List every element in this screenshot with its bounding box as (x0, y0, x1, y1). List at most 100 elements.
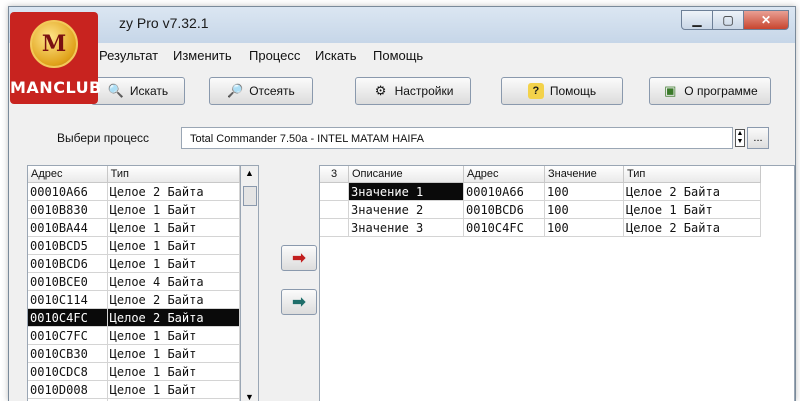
type-cell: Целое 2 Байта (107, 183, 239, 201)
menu-help[interactable]: Помощь (373, 48, 423, 63)
description-cell: Значение 2 (349, 201, 464, 219)
title-bar[interactable]: zy Pro v7.32.1 ▁ ▢ ✕ (9, 7, 795, 43)
process-label: Выбери процесс (57, 131, 149, 145)
remove-from-list-button[interactable]: ➡ (281, 289, 317, 315)
app-window: zy Pro v7.32.1 ▁ ▢ ✕ Результат Изменить … (8, 6, 796, 401)
address-cell: 00010A66 (28, 183, 107, 201)
window-title: zy Pro v7.32.1 (119, 15, 209, 31)
table-row[interactable]: 0010CB30Целое 1 Байт (28, 345, 240, 363)
settings-icon: ⚙ (373, 83, 389, 99)
process-select[interactable]: Total Commander 7.50a - INTEL MATAM HAIF… (181, 127, 733, 149)
address-cell: 0010CB30 (28, 345, 107, 363)
type-cell: Целое 1 Байт (107, 327, 239, 345)
column-header-address[interactable]: Адрес (464, 166, 545, 183)
column-header-description[interactable]: Описание (349, 166, 464, 183)
type-cell: Целое 1 Байт (107, 363, 239, 381)
type-cell: Целое 1 Байт (107, 201, 239, 219)
table-row[interactable]: 0010BCD6Целое 1 Байт (28, 255, 240, 273)
type-cell: Целое 1 Байт (107, 237, 239, 255)
manclub-logo: M MANCLUB (10, 12, 98, 104)
address-cell: 0010C7FC (28, 327, 107, 345)
type-cell: Целое 2 Байта (624, 219, 761, 237)
menu-edit[interactable]: Изменить (173, 48, 232, 63)
scroll-up-icon[interactable]: ▲ (245, 168, 254, 178)
address-cell: 0010BCD6 (464, 201, 545, 219)
about-button-label: О программе (684, 84, 757, 98)
column-header-type[interactable]: Тип (624, 166, 761, 183)
settings-button[interactable]: ⚙ Настройки (355, 77, 471, 105)
column-header-value[interactable]: Значение (545, 166, 624, 183)
address-list-scrollbar[interactable]: ▲ ▼ (241, 165, 259, 401)
address-table: Адрес Тип 00010A66Целое 2 Байта0010B830Ц… (28, 166, 240, 401)
description-cell: Значение 3 (349, 219, 464, 237)
type-cell: Целое 1 Байт (107, 345, 239, 363)
table-row[interactable]: Значение 20010BCD6100Целое 1 Байт (320, 201, 761, 219)
table-row[interactable]: Значение 30010C4FC100Целое 2 Байта (320, 219, 761, 237)
close-button[interactable]: ✕ (743, 10, 789, 30)
spin-down-icon: ▼ (737, 138, 744, 145)
address-cell: 0010B830 (28, 201, 107, 219)
settings-button-label: Настройки (395, 84, 454, 98)
process-spinner[interactable]: ▲ ▼ (735, 129, 745, 147)
type-cell: Целое 1 Байт (624, 201, 761, 219)
value-cell: 100 (545, 183, 624, 201)
address-list-panel: Адрес Тип 00010A66Целое 2 Байта0010B830Ц… (27, 165, 241, 401)
address-cell: 0010C4FC (464, 219, 545, 237)
table-row[interactable]: 0010BA44Целое 1 Байт (28, 219, 240, 237)
address-cell: 0010BCE0 (28, 273, 107, 291)
address-cell: 0010C114 (28, 291, 107, 309)
address-cell: 00010A66 (464, 183, 545, 201)
filter-button[interactable]: 🔎 Отсеять (209, 77, 313, 105)
logo-coin-icon: M (30, 20, 78, 68)
table-row[interactable]: 0010BCD5Целое 1 Байт (28, 237, 240, 255)
menu-process[interactable]: Процесс (249, 48, 300, 63)
address-cell: 0010CDC8 (28, 363, 107, 381)
arrow-right-red-icon: ➡ (292, 248, 305, 268)
search-button[interactable]: 🔍 Искать (91, 77, 185, 105)
help-button[interactable]: ? Помощь (501, 77, 623, 105)
help-icon: ? (528, 83, 544, 99)
table-row[interactable]: Значение 100010A66100Целое 2 Байта (320, 183, 761, 201)
add-to-list-button[interactable]: ➡ (281, 245, 317, 271)
table-row[interactable]: 0010BCE0Целое 4 Байта (28, 273, 240, 291)
menu-search[interactable]: Искать (315, 48, 357, 63)
type-cell: Целое 1 Байт (107, 381, 239, 399)
table-row[interactable]: 0010C7FCЦелое 1 Байт (28, 327, 240, 345)
search-icon: 🔍 (108, 83, 124, 99)
type-cell: Целое 1 Байт (107, 219, 239, 237)
type-cell: Целое 2 Байта (624, 183, 761, 201)
type-cell: Целое 2 Байта (107, 309, 239, 327)
menu-result[interactable]: Результат (99, 48, 158, 63)
filter-icon: 🔎 (227, 83, 243, 99)
scroll-thumb[interactable] (243, 186, 257, 206)
column-header-index[interactable]: 3 (320, 166, 349, 183)
index-cell (320, 201, 349, 219)
table-row[interactable]: 0010C4FCЦелое 2 Байта (28, 309, 240, 327)
type-cell: Целое 1 Байт (107, 255, 239, 273)
arrow-right-teal-icon: ➡ (292, 292, 305, 312)
table-row[interactable]: 0010D008Целое 1 Байт (28, 381, 240, 399)
spin-up-icon: ▲ (737, 130, 744, 137)
window-controls: ▁ ▢ ✕ (682, 10, 789, 30)
table-row[interactable]: 00010A66Целое 2 Байта (28, 183, 240, 201)
description-cell: Значение 1 (349, 183, 464, 201)
maximize-button[interactable]: ▢ (712, 10, 744, 30)
minimize-button[interactable]: ▁ (681, 10, 713, 30)
menu-bar: Результат Изменить Процесс Искать Помощь (9, 45, 795, 67)
column-header-address[interactable]: Адрес (28, 166, 107, 183)
logo-text: MANCLUB (10, 78, 98, 97)
index-cell (320, 183, 349, 201)
table-row[interactable]: 0010C114Целое 2 Байта (28, 291, 240, 309)
table-row[interactable]: 0010CDC8Целое 1 Байт (28, 363, 240, 381)
about-button[interactable]: ▣ О программе (649, 77, 771, 105)
process-browse-button[interactable]: ... (747, 127, 769, 149)
column-header-type[interactable]: Тип (107, 166, 239, 183)
value-cell: 100 (545, 201, 624, 219)
table-row[interactable]: 0010B830Целое 1 Байт (28, 201, 240, 219)
help-button-label: Помощь (550, 84, 596, 98)
search-button-label: Искать (130, 84, 168, 98)
address-cell: 0010BCD5 (28, 237, 107, 255)
saved-values-panel: 3 Описание Адрес Значение Тип Значение 1… (319, 165, 795, 401)
about-icon: ▣ (662, 83, 678, 99)
address-cell: 0010BA44 (28, 219, 107, 237)
